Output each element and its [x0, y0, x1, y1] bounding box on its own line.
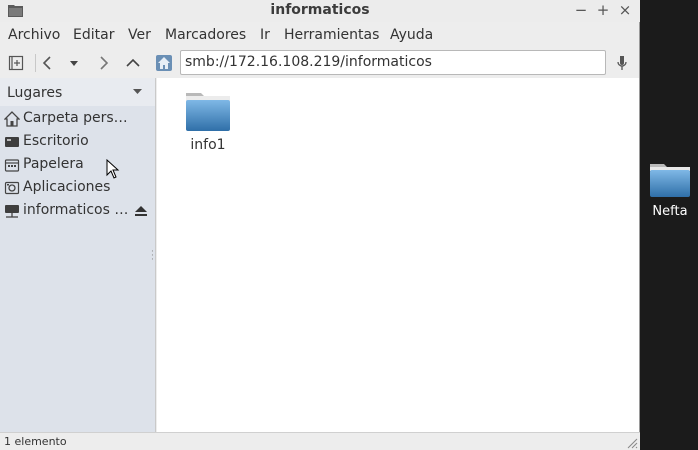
up-button[interactable]	[122, 52, 144, 74]
back-button[interactable]	[36, 52, 58, 74]
desktop-folder-nefta[interactable]: Nefta	[648, 158, 692, 219]
title-bar[interactable]: informaticos − + ×	[0, 0, 640, 22]
window-title: informaticos	[270, 2, 370, 18]
resize-grip-icon[interactable]	[626, 437, 638, 449]
maximize-button[interactable]: +	[594, 1, 612, 19]
minimize-button[interactable]: −	[572, 1, 590, 19]
menu-editar[interactable]: Editar	[73, 27, 114, 43]
sidebar-item-home[interactable]: Carpeta pers…	[0, 108, 155, 131]
network-drive-icon	[5, 205, 19, 218]
applications-icon	[4, 181, 20, 195]
sidebar-item-label: Papelera	[23, 156, 84, 172]
menu-ayuda[interactable]: Ayuda	[390, 27, 433, 43]
status-text: 1 elemento	[4, 435, 67, 448]
sidebar: Lugares Carpeta pers… Escritorio Papeler…	[0, 78, 156, 432]
sidebar-item-label: Carpeta pers…	[23, 110, 128, 126]
mic-button[interactable]	[611, 52, 633, 74]
home-crumb-button[interactable]	[155, 54, 173, 72]
home-icon	[4, 111, 20, 127]
history-dropdown-button[interactable]	[63, 52, 85, 74]
menu-ir[interactable]: Ir	[260, 27, 270, 43]
sidebar-item-informaticos[interactable]: informaticos …	[0, 200, 155, 223]
eject-icon[interactable]	[135, 206, 147, 216]
menu-herramientas[interactable]: Herramientas	[284, 27, 379, 43]
file-name: info1	[190, 137, 226, 153]
file-manager-window: informaticos − + × Archivo Editar Ver Ma…	[0, 0, 640, 450]
sidebar-resize-grip[interactable]: · · ·	[151, 248, 154, 265]
places-selector[interactable]: Lugares	[0, 78, 155, 106]
home-icon	[156, 55, 172, 71]
sidebar-item-desktop[interactable]: Escritorio	[0, 131, 155, 154]
menu-archivo[interactable]: Archivo	[8, 27, 60, 43]
desktop-icon	[5, 137, 19, 147]
sidebar-item-label: informaticos …	[23, 202, 129, 218]
sidebar-item-label: Aplicaciones	[23, 179, 111, 195]
location-text: smb://172.16.108.219/informaticos	[185, 54, 432, 70]
file-item-info1[interactable]: info1	[184, 89, 232, 153]
new-tab-icon	[8, 55, 24, 71]
folder-icon	[186, 93, 230, 131]
sidebar-item-applications[interactable]: Aplicaciones	[0, 177, 155, 200]
chevron-down-icon	[133, 89, 142, 94]
desktop-icon-label: Nefta	[652, 204, 688, 219]
places-label: Lugares	[7, 85, 63, 101]
folder-icon	[650, 164, 690, 197]
mic-icon	[617, 56, 627, 70]
back-icon	[42, 56, 51, 70]
desktop-background	[640, 0, 698, 450]
new-tab-button[interactable]	[5, 52, 27, 74]
forward-button[interactable]	[93, 52, 115, 74]
sidebar-item-label: Escritorio	[23, 133, 89, 149]
history-dropdown-icon	[70, 61, 78, 66]
menu-ver[interactable]: Ver	[128, 27, 151, 43]
forward-icon	[100, 56, 109, 70]
location-bar[interactable]: smb://172.16.108.219/informaticos	[180, 50, 606, 75]
menu-bar: Archivo Editar Ver Marcadores Ir Herrami…	[0, 24, 640, 48]
trash-icon	[4, 159, 20, 172]
mouse-cursor-icon	[106, 159, 120, 179]
up-icon	[126, 58, 140, 67]
sidebar-item-trash[interactable]: Papelera	[0, 154, 155, 177]
close-button[interactable]: ×	[616, 1, 634, 19]
status-bar: 1 elemento	[0, 432, 640, 450]
menu-marcadores[interactable]: Marcadores	[165, 27, 246, 43]
